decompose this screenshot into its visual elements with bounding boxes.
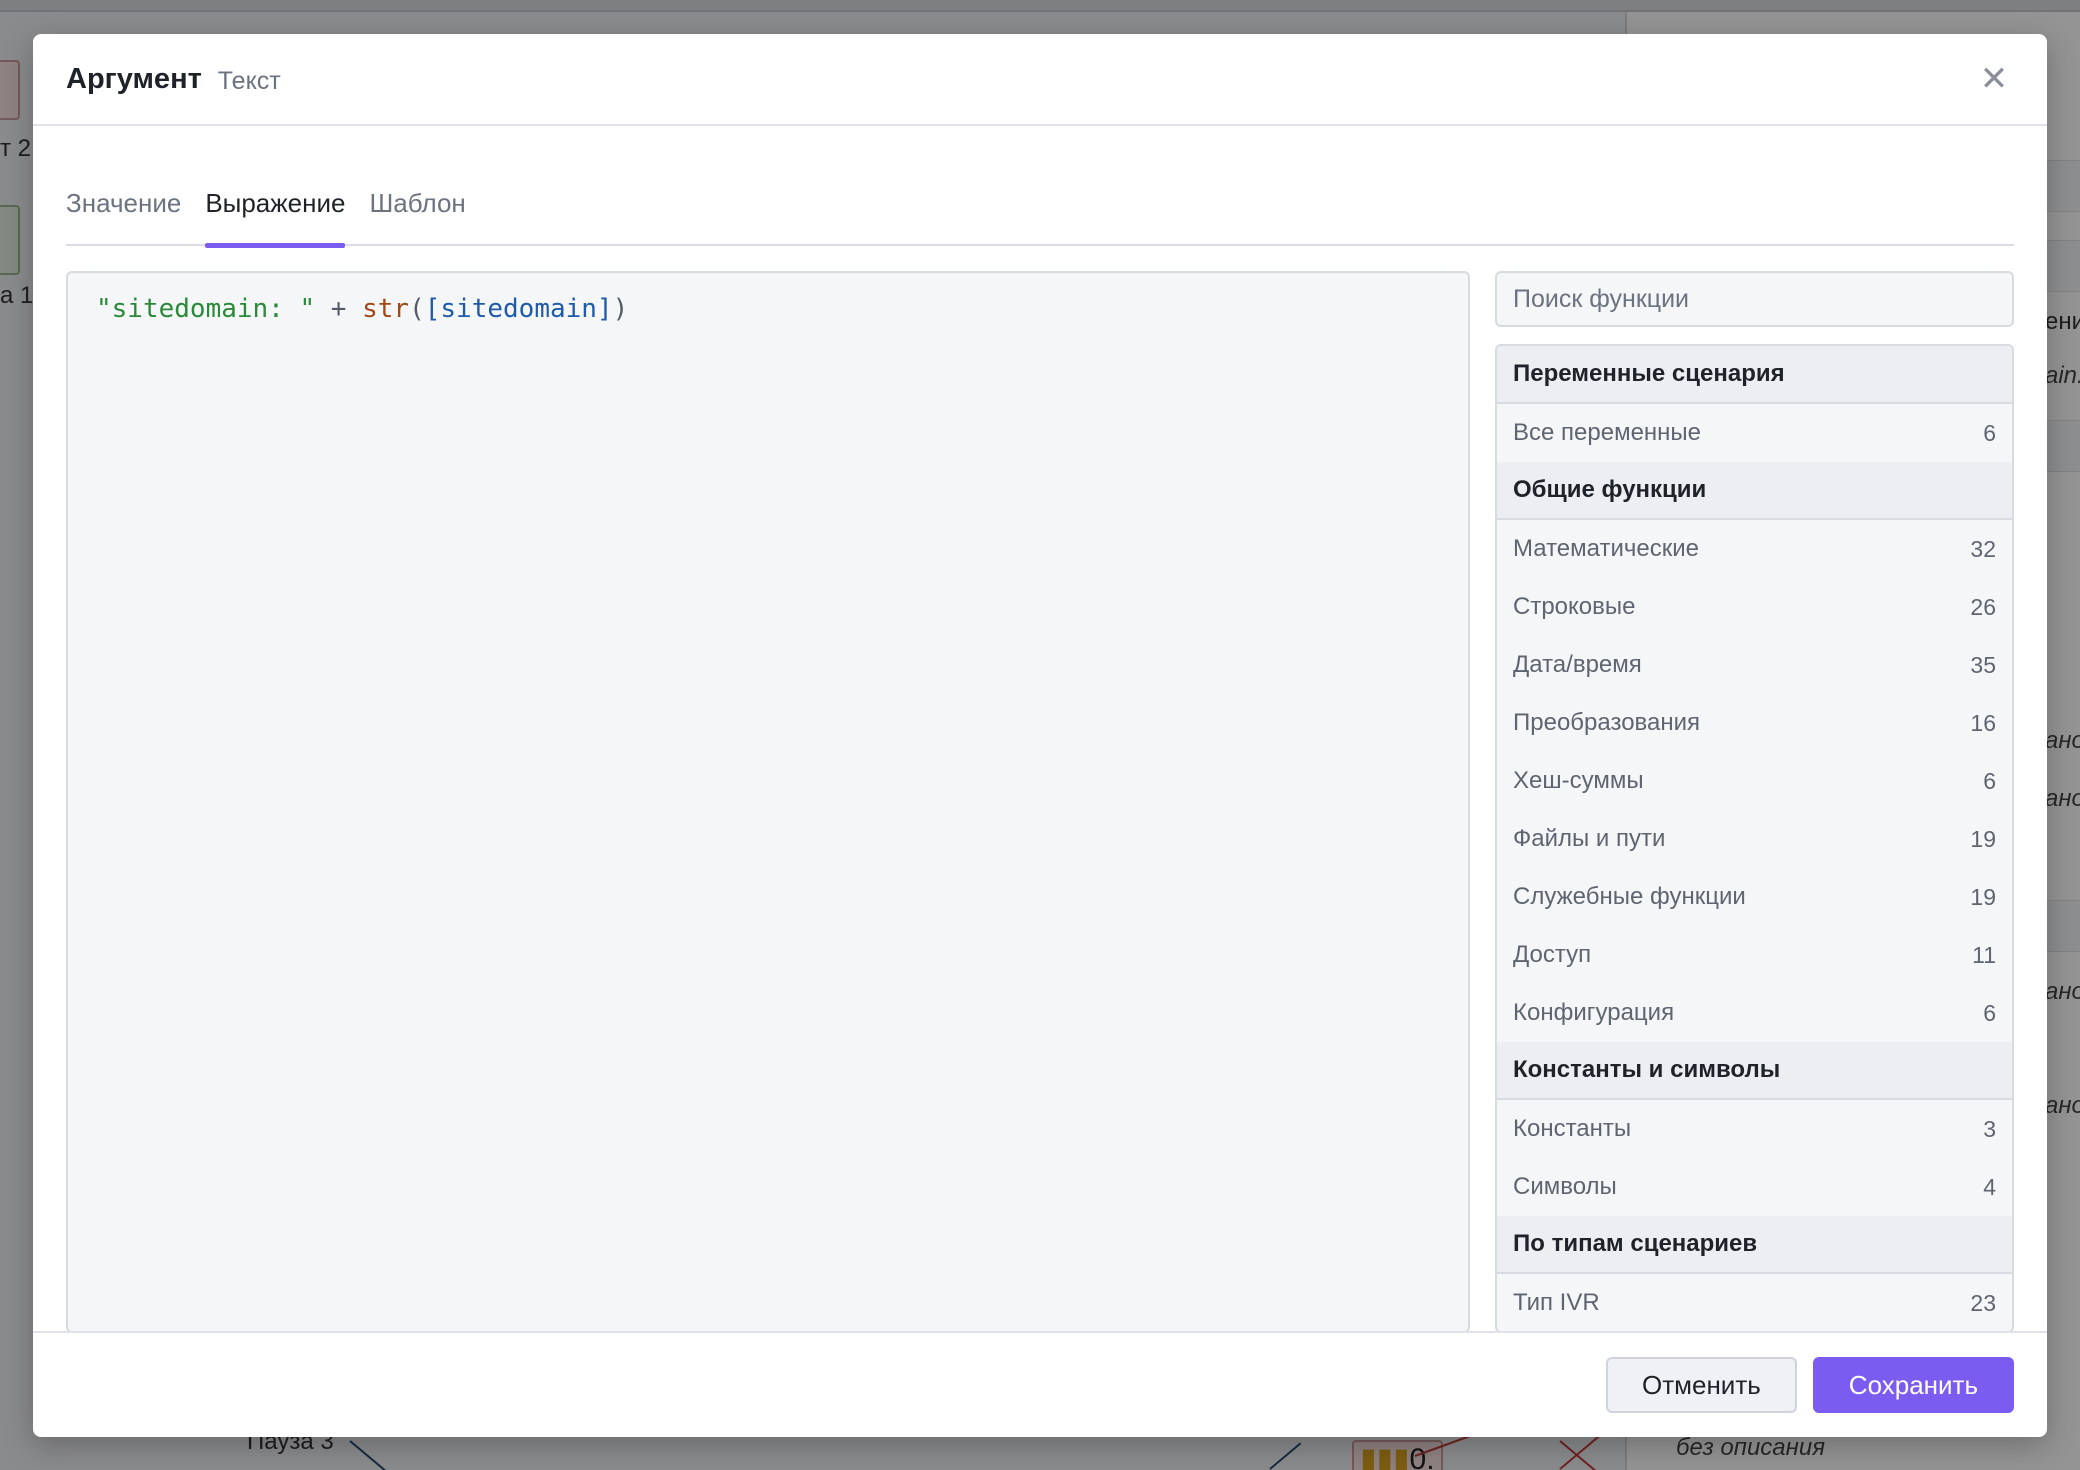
function-category-item[interactable]: Строковые 26 <box>1497 578 2012 636</box>
category-count: 6 <box>1983 419 1996 446</box>
function-search-input[interactable] <box>1495 271 2014 327</box>
category-count: 3 <box>1983 1115 1996 1142</box>
category-count: 6 <box>1983 767 1996 794</box>
category-label: Конфигурация <box>1513 999 1675 1026</box>
function-category-item[interactable]: Служебные функции 19 <box>1497 868 2012 926</box>
function-category-item[interactable]: Файлы и пути 19 <box>1497 810 2012 868</box>
function-category-item[interactable]: Тип IVR 23 <box>1497 1274 2012 1331</box>
dialog-subtitle: Текст <box>217 66 281 95</box>
category-label: Тип IVR <box>1513 1289 1600 1316</box>
category-count: 23 <box>1970 1289 1996 1316</box>
category-label: Файлы и пути <box>1513 825 1666 852</box>
category-label: Служебные функции <box>1513 883 1746 910</box>
category-label: Все переменные <box>1513 419 1702 446</box>
category-label: Доступ <box>1513 941 1592 968</box>
tab-bar: Значение Выражение Шаблон <box>66 160 2014 248</box>
category-label: Константы <box>1513 1115 1632 1142</box>
code-line: "sitedomain: " + str([sitedomain]) <box>96 291 1440 327</box>
close-icon[interactable]: ✕ <box>1974 59 2014 99</box>
function-sidebar: Переменные сценария Все переменные 6 Общи… <box>1495 271 2014 1333</box>
dialog-header: Аргумент Текст ✕ <box>33 34 2047 126</box>
category-label: Дата/время <box>1513 651 1642 678</box>
category-count: 16 <box>1970 709 1996 736</box>
string-token: "sitedomain: " <box>96 294 316 324</box>
category-label: Математические <box>1513 535 1699 562</box>
dialog-title: Аргумент <box>66 62 202 95</box>
category-count: 4 <box>1983 1173 1996 1200</box>
category-label: Преобразования <box>1513 709 1701 736</box>
category-count: 32 <box>1970 535 1996 562</box>
group-header: Общие функции <box>1497 462 2012 520</box>
function-category-item[interactable]: Преобразования 16 <box>1497 694 2012 752</box>
category-count: 26 <box>1970 593 1996 620</box>
paren-token: ( <box>409 294 425 324</box>
function-list: Переменные сценария Все переменные 6 Общи… <box>1495 344 2014 1333</box>
group-header: Константы и символы <box>1497 1042 2012 1100</box>
function-category-item[interactable]: Конфигурация 6 <box>1497 984 2012 1042</box>
tab-template[interactable]: Шаблон <box>369 160 465 246</box>
tab-value[interactable]: Значение <box>66 160 181 246</box>
argument-dialog: Аргумент Текст ✕ Значение Выражение Шабл… <box>33 34 2047 1437</box>
category-label: Строковые <box>1513 593 1636 620</box>
cancel-button[interactable]: Отменить <box>1605 1357 1797 1413</box>
category-count: 19 <box>1970 825 1996 852</box>
save-button[interactable]: Сохранить <box>1812 1357 2014 1413</box>
category-label: Символы <box>1513 1173 1617 1200</box>
function-token: str <box>362 294 410 324</box>
category-count: 19 <box>1970 883 1996 910</box>
function-category-item[interactable]: Хеш-суммы 6 <box>1497 752 2012 810</box>
function-category-item[interactable]: Все переменные 6 <box>1497 404 2012 462</box>
function-category-item[interactable]: Доступ 11 <box>1497 926 2012 984</box>
function-category-item[interactable]: Константы 3 <box>1497 1100 2012 1158</box>
category-count: 35 <box>1970 651 1996 678</box>
group-header: По типам сценариев <box>1497 1216 2012 1274</box>
category-count: 11 <box>1972 941 1996 968</box>
paren-token: ) <box>612 294 629 324</box>
function-category-item[interactable]: Дата/время 35 <box>1497 636 2012 694</box>
category-count: 6 <box>1983 999 1996 1026</box>
expression-editor[interactable]: "sitedomain: " + str([sitedomain]) <box>66 271 1470 1333</box>
tab-expression[interactable]: Выражение <box>205 160 346 248</box>
function-category-item[interactable]: Символы 4 <box>1497 1158 2012 1216</box>
category-label: Хеш-суммы <box>1513 767 1644 794</box>
group-header: Переменные сценария <box>1497 346 2012 404</box>
operator-token: + <box>315 294 363 324</box>
function-category-item[interactable]: Математические 32 <box>1497 520 2012 578</box>
dialog-footer: Отменить Сохранить <box>33 1331 2047 1437</box>
variable-token: [sitedomain] <box>424 294 613 324</box>
